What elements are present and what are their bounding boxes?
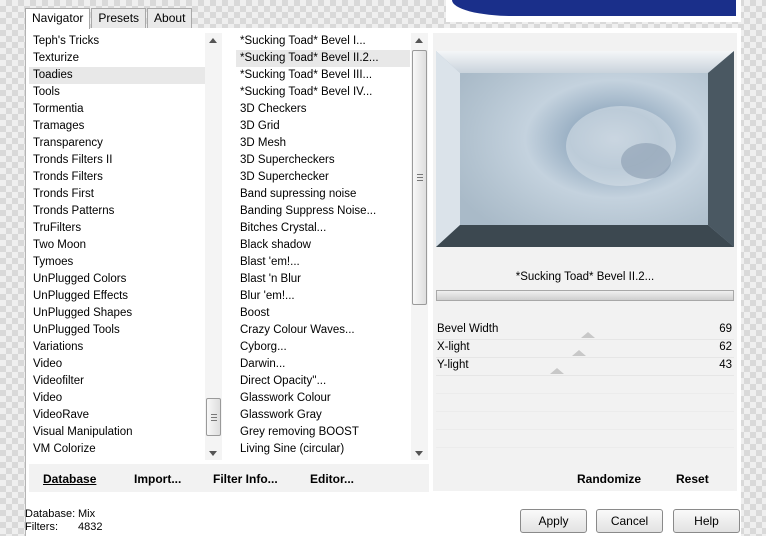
empty-parameter-row [436, 412, 734, 430]
filter-list-item[interactable]: Blast 'n Blur [236, 271, 410, 288]
editor-button[interactable]: Editor... [310, 472, 354, 486]
parameter-value: 43 [719, 359, 732, 371]
category-list-item[interactable]: Texturize [29, 50, 205, 67]
category-list-item[interactable]: Two Moon [29, 237, 205, 254]
database-status-label: Database: [25, 508, 76, 520]
filter-list-item[interactable]: Bitches Crystal... [236, 220, 410, 237]
category-list-item[interactable]: Tymoes [29, 254, 205, 271]
parameter-value: 62 [719, 341, 732, 353]
filter-list-item[interactable]: Blur 'em!... [236, 288, 410, 305]
filter-list-item[interactable]: Darwin... [236, 356, 410, 373]
selected-filter-name: *Sucking Toad* Bevel II.2... [515, 271, 655, 283]
category-list-item[interactable]: UnPlugged Colors [29, 271, 205, 288]
filter-list-item[interactable]: Grey removing BOOST [236, 424, 410, 441]
filter-scroll-thumb[interactable] [412, 50, 427, 305]
scroll-up-arrow-icon[interactable] [209, 38, 217, 43]
category-list-item[interactable]: Tronds Patterns [29, 203, 205, 220]
filters-status-label: Filters: [25, 521, 58, 533]
filter-info-button[interactable]: Filter Info... [213, 472, 278, 486]
filter-list-item[interactable]: 3D Grid [236, 118, 410, 135]
reset-button[interactable]: Reset [676, 472, 709, 486]
filter-list-item[interactable]: *Sucking Toad* Bevel III... [236, 67, 410, 84]
filter-list-item[interactable]: Black shadow [236, 237, 410, 254]
filter-list-item[interactable]: *Sucking Toad* Bevel IV... [236, 84, 410, 101]
filter-list-item[interactable]: Direct Opacity''... [236, 373, 410, 390]
scroll-down-arrow-icon[interactable] [415, 451, 423, 456]
category-list-item[interactable]: Transparency [29, 135, 205, 152]
tab-presets[interactable]: Presets [91, 8, 147, 28]
filter-list-item[interactable]: Band supressing noise [236, 186, 410, 203]
filter-list-item[interactable]: Blast 'em!... [236, 254, 410, 271]
cancel-button[interactable]: Cancel [596, 509, 663, 533]
filter-list-item[interactable]: Glasswork Colour [236, 390, 410, 407]
parameter-slider-thumb[interactable] [572, 350, 586, 356]
filter-scrollbar[interactable] [411, 33, 428, 460]
category-scroll-thumb[interactable] [206, 398, 221, 436]
category-list-item[interactable]: Video [29, 390, 205, 407]
category-list-item[interactable]: Tramages [29, 118, 205, 135]
category-list-item[interactable]: Tronds Filters II [29, 152, 205, 169]
parameter-value: 69 [719, 323, 732, 335]
parameter-slider-thumb[interactable] [550, 368, 564, 374]
filter-list-item[interactable]: Crazy Colour Waves... [236, 322, 410, 339]
category-scrollbar[interactable] [205, 33, 222, 460]
category-list-item[interactable]: Tronds Filters [29, 169, 205, 186]
scroll-down-arrow-icon[interactable] [209, 451, 217, 456]
filter-list-item[interactable]: 3D Checkers [236, 101, 410, 118]
parameter-row[interactable]: Y-light 43 [436, 358, 734, 376]
filter-list-item[interactable]: 3D Supercheckers [236, 152, 410, 169]
import-button[interactable]: Import... [134, 472, 181, 486]
filter-list-item[interactable]: Cyborg... [236, 339, 410, 356]
filters-status-value: 4832 [78, 521, 103, 533]
randomize-button[interactable]: Randomize [577, 472, 641, 486]
help-button[interactable]: Help [673, 509, 740, 533]
category-list-item[interactable]: Variations [29, 339, 205, 356]
category-list-item[interactable]: Video [29, 356, 205, 373]
parameter-slider-thumb[interactable] [581, 332, 595, 338]
category-list-item[interactable]: VideoRave [29, 407, 205, 424]
parameter-label: Y-light [437, 359, 469, 371]
tab-navigator[interactable]: Navigator [25, 8, 91, 29]
filter-list-item[interactable]: *Sucking Toad* Bevel I... [236, 33, 410, 50]
filter-list-item[interactable]: Glasswork Gray [236, 407, 410, 424]
progress-bar [436, 290, 734, 301]
tab-about[interactable]: About [147, 8, 193, 28]
category-list[interactable]: Teph's Tricks Texturize Toadies Tools Tormen… [29, 33, 205, 460]
database-button[interactable]: Database [43, 472, 96, 486]
empty-parameter-row [436, 394, 734, 412]
parameter-row[interactable]: X-light 62 [436, 340, 734, 358]
database-status-value: Mix [78, 508, 96, 520]
category-list-item[interactable]: VM Colorize [29, 441, 205, 458]
filter-list[interactable]: *Sucking Toad* Bevel I... *Sucking Toad* … [236, 33, 410, 460]
category-list-item[interactable]: Teph's Tricks [29, 33, 205, 50]
category-list-item[interactable]: Tronds First [29, 186, 205, 203]
category-list-item[interactable]: Tools [29, 84, 205, 101]
parameter-row[interactable]: Bevel Width 69 [436, 322, 734, 340]
filter-list-item[interactable]: Boost [236, 305, 410, 322]
category-list-item[interactable]: Visual Manipulation [29, 424, 205, 441]
scroll-up-arrow-icon[interactable] [415, 38, 423, 43]
filter-list-item[interactable]: *Sucking Toad* Bevel II.2... [236, 50, 410, 67]
parameter-label: X-light [437, 341, 470, 353]
filter-list-item[interactable]: Banding Suppress Noise... [236, 203, 410, 220]
parameter-label: Bevel Width [437, 323, 499, 335]
filter-list-item[interactable]: 3D Mesh [236, 135, 410, 152]
preview-image [436, 51, 734, 247]
category-list-item[interactable]: Toadies [29, 67, 205, 84]
category-list-item[interactable]: Videofilter [29, 373, 205, 390]
empty-parameter-row [436, 376, 734, 394]
category-list-item[interactable]: Tormentia [29, 101, 205, 118]
category-list-item[interactable]: UnPlugged Shapes [29, 305, 205, 322]
filter-list-item[interactable]: 3D Superchecker [236, 169, 410, 186]
category-list-item[interactable]: UnPlugged Effects [29, 288, 205, 305]
category-list-item[interactable]: UnPlugged Tools [29, 322, 205, 339]
banner-logo [452, 0, 736, 16]
filter-list-item[interactable]: Living Sine (circular) [236, 441, 410, 458]
tab-bar: Navigator Presets About [25, 8, 193, 29]
apply-button[interactable]: Apply [520, 509, 587, 533]
category-list-item[interactable]: TruFilters [29, 220, 205, 237]
empty-parameter-row [436, 430, 734, 448]
